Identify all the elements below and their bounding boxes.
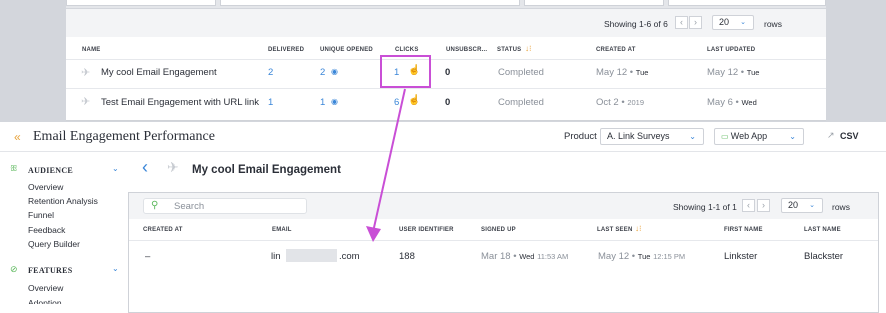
arrow-line bbox=[372, 88, 406, 233]
annotation-arrow bbox=[366, 88, 406, 242]
arrow-head-icon bbox=[366, 226, 381, 242]
